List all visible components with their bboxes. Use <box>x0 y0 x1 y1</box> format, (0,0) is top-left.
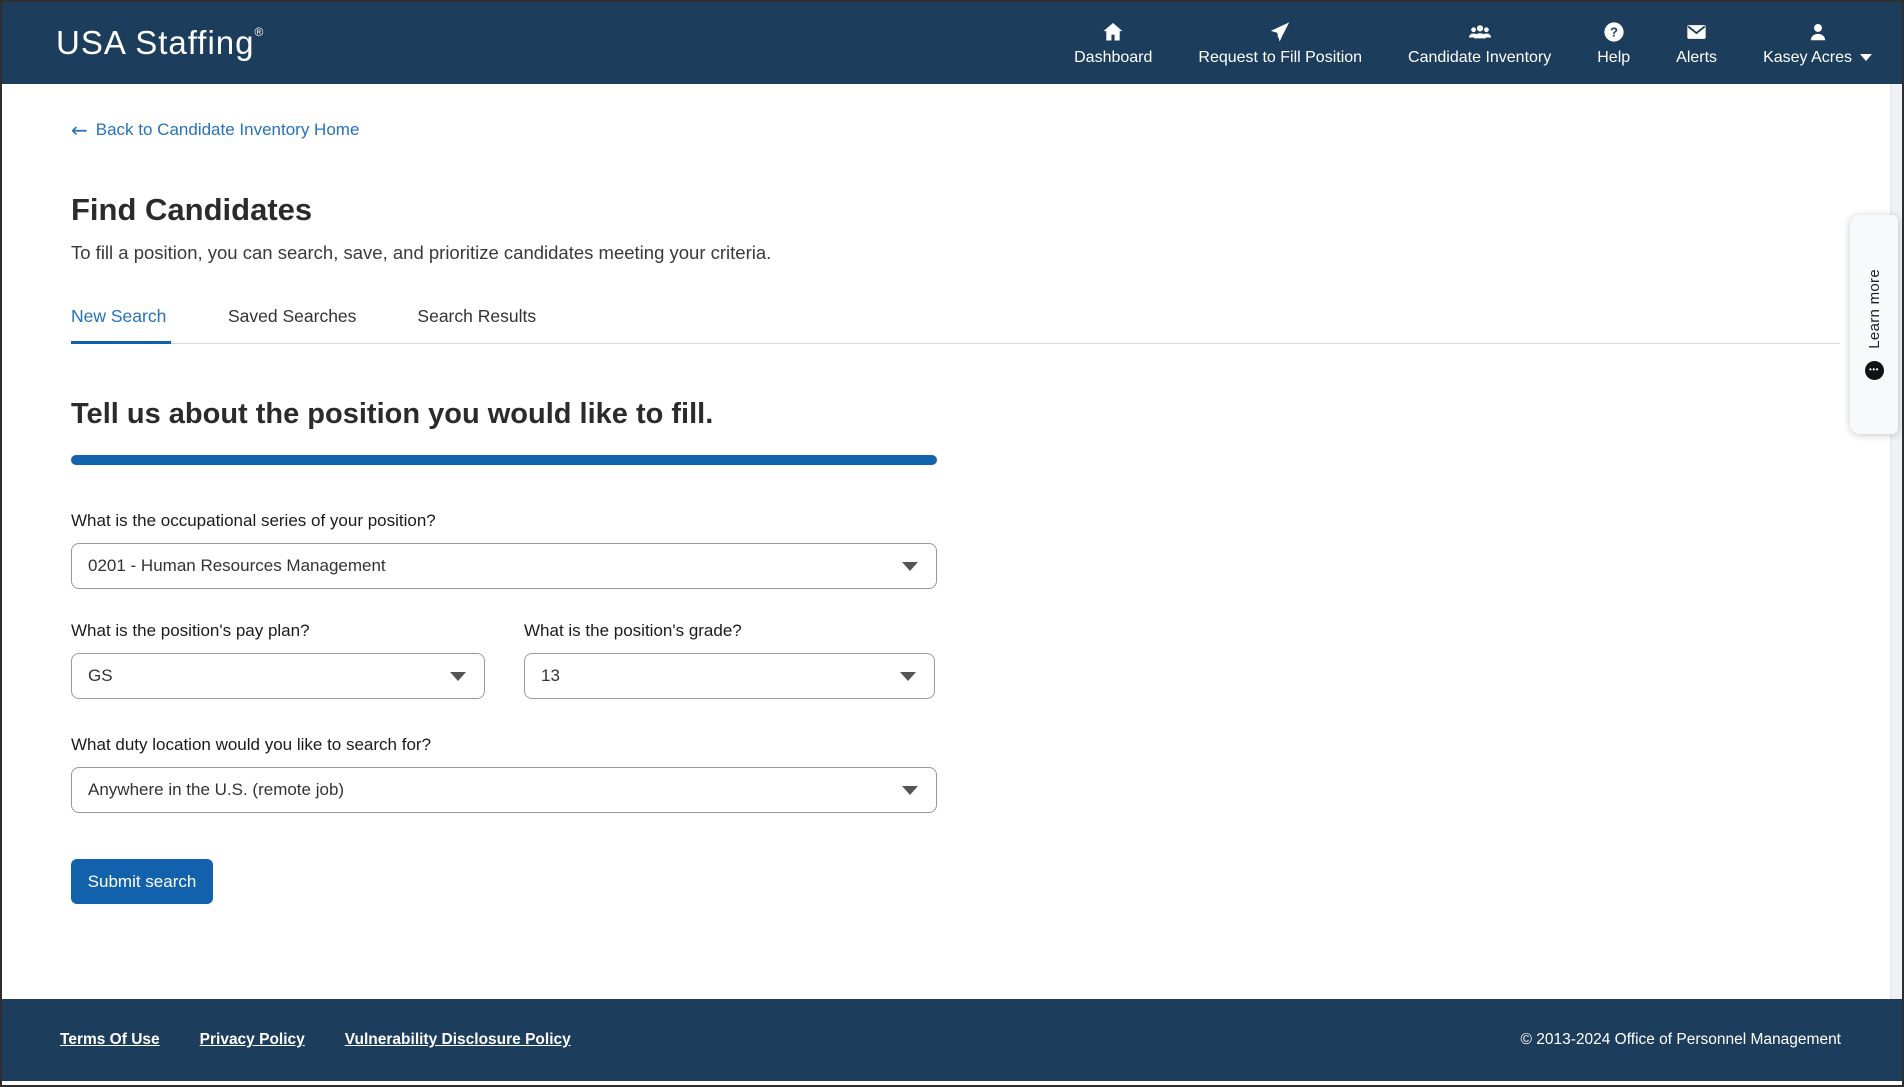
envelope-icon <box>1685 20 1708 44</box>
dropdown-caret-icon <box>902 786 918 795</box>
search-tabs: New Search Saved Searches Search Results <box>71 306 1840 344</box>
submit-search-button[interactable]: Submit search <box>71 859 213 904</box>
grade-field-group: What is the position's grade? 13 <box>524 621 935 699</box>
tab-new-search[interactable]: New Search <box>71 306 171 344</box>
section-title: Tell us about the position you would lik… <box>71 398 1840 431</box>
left-arrow-icon: ← <box>71 120 88 140</box>
question-circle-icon: ? <box>1603 20 1625 44</box>
grade-select[interactable]: 13 <box>524 653 935 699</box>
occupational-series-value: 0201 - Human Resources Management <box>88 556 386 576</box>
nav-label: Kasey Acres <box>1763 49 1852 67</box>
grade-value: 13 <box>541 666 560 686</box>
nav-candidate-inventory[interactable]: Candidate Inventory <box>1408 20 1551 67</box>
nav-label: Alerts <box>1676 49 1717 67</box>
nav-help[interactable]: ? Help <box>1597 20 1630 67</box>
vulnerability-disclosure-policy-link[interactable]: Vulnerability Disclosure Policy <box>345 1031 571 1049</box>
privacy-policy-link[interactable]: Privacy Policy <box>200 1031 305 1049</box>
page-footer: Terms Of Use Privacy Policy Vulnerabilit… <box>2 999 1902 1081</box>
nav-label: Help <box>1597 49 1630 67</box>
back-to-candidate-inventory-link[interactable]: ← Back to Candidate Inventory Home <box>71 120 359 140</box>
paper-plane-icon <box>1269 20 1291 44</box>
learn-more-tab[interactable]: Learn more ••• <box>1850 215 1898 434</box>
occupational-series-select[interactable]: 0201 - Human Resources Management <box>71 543 937 589</box>
occupational-series-field-group: What is the occupational series of your … <box>71 511 1840 589</box>
pay-plan-grade-row: What is the position's pay plan? GS What… <box>71 621 1840 699</box>
dropdown-caret-icon <box>902 562 918 571</box>
caret-down-icon <box>1860 54 1872 61</box>
logo-text: USA Staffing <box>56 24 255 61</box>
page-subtitle: To fill a position, you can search, save… <box>71 242 1840 264</box>
back-link-label: Back to Candidate Inventory Home <box>96 120 360 140</box>
nav-label: Request to Fill Position <box>1198 49 1362 67</box>
occupational-series-label: What is the occupational series of your … <box>71 511 1840 531</box>
info-icon: ••• <box>1865 361 1884 380</box>
users-icon <box>1467 20 1493 44</box>
page-title: Find Candidates <box>71 192 1840 228</box>
progress-bar <box>71 455 937 465</box>
svg-text:?: ? <box>1610 24 1618 39</box>
tab-saved-searches[interactable]: Saved Searches <box>228 306 360 344</box>
dropdown-caret-icon <box>450 672 466 681</box>
usa-staffing-logo[interactable]: USA Staffing® <box>56 24 264 62</box>
copyright-text: © 2013-2024 Office of Personnel Manageme… <box>1521 1031 1841 1049</box>
learn-more-label: Learn more <box>1866 269 1883 349</box>
nav-user-menu[interactable]: Kasey Acres <box>1763 20 1872 67</box>
home-icon <box>1102 20 1124 44</box>
user-icon <box>1807 20 1829 44</box>
duty-location-label: What duty location would you like to sea… <box>71 735 1840 755</box>
top-navbar: USA Staffing® Dashboard Request to Fill … <box>2 2 1902 84</box>
grade-label: What is the position's grade? <box>524 621 935 641</box>
pay-plan-value: GS <box>88 666 113 686</box>
terms-of-use-link[interactable]: Terms Of Use <box>60 1031 160 1049</box>
usa-staffing-page: { "navbar": { "logo": "USA Staffing", "l… <box>0 0 1904 1087</box>
registered-trademark: ® <box>255 25 265 39</box>
nav-alerts[interactable]: Alerts <box>1676 20 1717 67</box>
nav-request-to-fill-position[interactable]: Request to Fill Position <box>1198 20 1362 67</box>
main-navigation: Dashboard Request to Fill Position Candi… <box>1074 20 1872 67</box>
nav-label: Candidate Inventory <box>1408 49 1551 67</box>
tab-search-results[interactable]: Search Results <box>417 306 540 344</box>
pay-plan-select[interactable]: GS <box>71 653 485 699</box>
pay-plan-field-group: What is the position's pay plan? GS <box>71 621 485 699</box>
pay-plan-label: What is the position's pay plan? <box>71 621 485 641</box>
duty-location-select[interactable]: Anywhere in the U.S. (remote job) <box>71 767 937 813</box>
nav-dashboard[interactable]: Dashboard <box>1074 20 1152 67</box>
duty-location-value: Anywhere in the U.S. (remote job) <box>88 780 344 800</box>
dropdown-caret-icon <box>900 672 916 681</box>
main-content: ← Back to Candidate Inventory Home Find … <box>2 84 1902 999</box>
duty-location-field-group: What duty location would you like to sea… <box>71 735 1840 813</box>
nav-label: Dashboard <box>1074 49 1152 67</box>
footer-links: Terms Of Use Privacy Policy Vulnerabilit… <box>60 1031 571 1049</box>
